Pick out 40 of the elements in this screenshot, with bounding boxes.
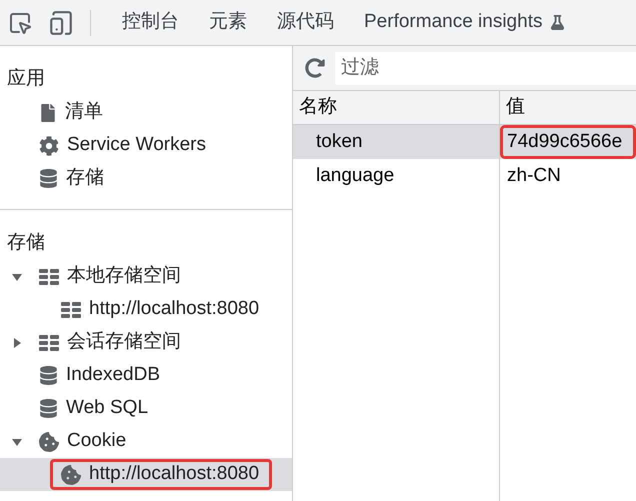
tree-item[interactable]: 本地存储空间 <box>28 261 194 292</box>
panel-tab[interactable]: 元素 <box>194 0 262 45</box>
column-header[interactable]: 值 <box>499 91 636 125</box>
cookie-icon <box>61 464 81 484</box>
database-icon <box>39 366 58 385</box>
panel-tab[interactable]: Performance insights <box>349 0 580 45</box>
filter-field[interactable]: 过滤 <box>335 52 636 84</box>
section-title: 应用 <box>6 66 46 91</box>
table-cell-text: zh-CN <box>506 164 562 188</box>
file-icon <box>39 104 57 122</box>
column-header[interactable]: 名称 <box>293 91 499 125</box>
tree-item[interactable]: 存储 <box>28 163 117 194</box>
table-cell-text: language <box>315 164 396 188</box>
database-icon <box>39 169 58 188</box>
tree-item[interactable]: Cookie <box>28 426 140 457</box>
table-icon <box>39 334 59 350</box>
tree-item[interactable]: http://localhost:8080 <box>50 294 272 325</box>
cookie-icon <box>39 432 59 452</box>
expanded-arrow-icon[interactable] <box>12 272 22 282</box>
tree-item[interactable]: http://localhost:8080 <box>50 459 272 490</box>
device-icon[interactable] <box>48 10 74 36</box>
tree-item[interactable]: Web SQL <box>28 393 162 424</box>
inspect-icon[interactable] <box>8 10 32 34</box>
tree-item[interactable]: IndexedDB <box>28 360 174 391</box>
table-cell-text: token <box>315 130 364 154</box>
collapsed-arrow-icon[interactable] <box>12 338 22 348</box>
settings-icon <box>39 136 59 156</box>
expanded-arrow-icon[interactable] <box>12 436 22 446</box>
panel-tab[interactable]: 源代码 <box>262 0 349 45</box>
tree-item[interactable]: 清单 <box>28 97 116 128</box>
table-icon <box>39 268 59 284</box>
section-title: 存储 <box>6 230 46 255</box>
refresh-icon[interactable] <box>305 58 325 78</box>
tree-item[interactable]: 会话存储空间 <box>28 327 194 358</box>
flask-icon <box>550 15 566 30</box>
table-icon <box>61 302 81 318</box>
table-cell: 74d99c6566e <box>500 125 636 159</box>
database-icon <box>39 399 58 418</box>
tree-item[interactable]: Service Workers <box>28 130 220 161</box>
panel-tab[interactable]: 控制台 <box>107 0 194 45</box>
